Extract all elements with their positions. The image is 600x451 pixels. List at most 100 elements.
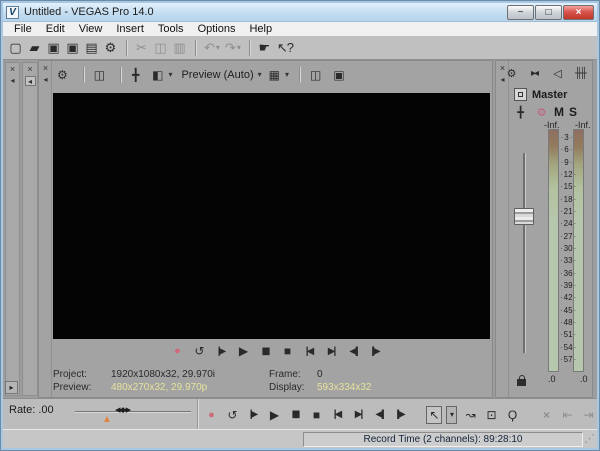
record-button[interactable]: ●: [169, 342, 185, 360]
meter-db-scale: 36912151821242730333639424548515457: [559, 134, 574, 364]
mute-button[interactable]: M: [554, 105, 564, 119]
collapse-arrow-icon[interactable]: ◂: [40, 75, 51, 85]
collapse-arrow-icon[interactable]: ◂: [7, 76, 18, 86]
menu-item-help[interactable]: Help: [242, 22, 279, 36]
go-to-start-button[interactable]: |◀: [301, 342, 317, 360]
video-preview-panel: × ◂ ⚙ ◫: [38, 60, 493, 398]
selection-edit-tool-button[interactable]: ⊡: [483, 406, 499, 424]
next-frame-button[interactable]: ||▶: [392, 406, 408, 424]
grid-overlay-button[interactable]: ▦ ▾: [268, 66, 290, 84]
close-icon[interactable]: ×: [25, 65, 36, 75]
edit-tool-dropdown[interactable]: ▾: [446, 406, 457, 424]
video-output-fx-button[interactable]: ╋: [130, 66, 146, 84]
trim-end-button[interactable]: ⇥: [580, 406, 596, 424]
toolbar-separator: [299, 67, 300, 83]
record-button[interactable]: ●: [203, 406, 219, 424]
downmix-output-button[interactable]: ▸◂: [526, 65, 542, 83]
collapsed-dock-window-1[interactable]: × ◂: [5, 62, 20, 396]
loop-playback-button[interactable]: ↺: [224, 406, 240, 424]
meter-tick: 54: [559, 344, 574, 352]
resize-grip-icon[interactable]: ⋰: [584, 432, 595, 445]
fader-mode-icon[interactable]: ╋: [512, 105, 528, 119]
save-as-button[interactable]: ▣: [65, 39, 81, 57]
solo-button[interactable]: S: [569, 105, 577, 119]
menu-item-edit[interactable]: Edit: [39, 22, 72, 36]
cut-button[interactable]: ✂: [134, 39, 150, 57]
rate-slider-handle[interactable]: ◂◂▸▸: [115, 403, 129, 416]
project-label: Project:: [53, 369, 111, 380]
preview-panel-grip[interactable]: × ◂: [39, 61, 52, 397]
menu-item-options[interactable]: Options: [191, 22, 243, 36]
title-bar[interactable]: V Untitled - VEGAS Pro 14.0 − □ ×: [3, 3, 597, 22]
video-preview-canvas[interactable]: [53, 93, 490, 339]
meter-tick: 51: [559, 331, 574, 339]
zoom-edit-tool-button[interactable]: Ϙ: [504, 406, 520, 424]
preview-quality-dropdown[interactable]: Preview (Auto) ▾: [178, 66, 262, 84]
trim-start-button[interactable]: ⇤: [559, 406, 575, 424]
menu-item-insert[interactable]: Insert: [109, 22, 151, 36]
timeline-transport-toolbar: ● ↺ |▶ ▶ ▮▮ ■ |◀ ▶| ◀|| ||▶: [203, 399, 595, 430]
normal-edit-tool-button[interactable]: ↖: [426, 406, 442, 424]
external-monitor-button[interactable]: ◫: [93, 66, 111, 84]
close-button[interactable]: ×: [563, 5, 594, 20]
interactive-tutorials-button[interactable]: ☛: [257, 39, 273, 57]
open-project-button[interactable]: ▰: [27, 39, 43, 57]
previous-frame-button[interactable]: ◀||: [371, 406, 387, 424]
new-project-button[interactable]: ▢: [8, 39, 24, 57]
maximize-button[interactable]: □: [535, 5, 562, 20]
split-screen-view-button[interactable]: ◧ ▾: [151, 66, 173, 84]
display-value: 593x334x32: [317, 382, 372, 393]
play-button[interactable]: ▶: [235, 342, 251, 360]
mixer-panel-grip[interactable]: × ◂: [496, 61, 509, 397]
envelope-edit-tool-button[interactable]: ↝: [462, 406, 478, 424]
play-button[interactable]: ▶: [266, 406, 282, 424]
preferences-gear-icon[interactable]: ⚙: [103, 39, 119, 57]
mixer-preferences-gear-icon[interactable]: ⚙: [503, 65, 519, 83]
rate-slider-track[interactable]: [75, 411, 191, 412]
stop-button[interactable]: ■: [308, 406, 324, 424]
dim-output-speaker-icon[interactable]: ◁: [549, 65, 565, 83]
bus-fx-button[interactable]: ⚙: [533, 105, 549, 119]
project-properties-button[interactable]: ▤: [84, 39, 100, 57]
collapse-arrow-icon[interactable]: ◂: [25, 76, 36, 86]
whats-this-help-button[interactable]: ↖?: [276, 39, 296, 57]
go-to-end-button[interactable]: ▶|: [323, 342, 339, 360]
pause-button[interactable]: ▮▮: [257, 342, 273, 360]
undo-button[interactable]: ↶ ▾: [203, 39, 221, 57]
playback-rate-control: Rate: .00 ◂◂▸▸ ▲: [3, 399, 198, 430]
go-to-end-button[interactable]: ▶|: [350, 406, 366, 424]
volume-fader-track[interactable]: [523, 153, 525, 353]
next-frame-button[interactable]: ||▶: [367, 342, 383, 360]
menu-item-file[interactable]: File: [7, 22, 39, 36]
bus-routing-button[interactable]: [514, 88, 527, 101]
stop-button[interactable]: ■: [279, 342, 295, 360]
loop-playback-button[interactable]: ↺: [191, 342, 207, 360]
copy-button[interactable]: ◫: [153, 39, 169, 57]
save-project-button[interactable]: ▣: [46, 39, 62, 57]
close-icon[interactable]: ×: [40, 64, 51, 74]
lock-icon[interactable]: [517, 373, 526, 391]
expand-dock-button[interactable]: ▸: [5, 381, 18, 394]
application-window: V Untitled - VEGAS Pro 14.0 − □ × FileEd…: [0, 0, 600, 451]
menu-item-tools[interactable]: Tools: [151, 22, 191, 36]
delete-button[interactable]: ×: [538, 406, 554, 424]
previous-frame-button[interactable]: ◀||: [345, 342, 361, 360]
redo-button[interactable]: ↷ ▾: [224, 39, 242, 57]
insert-bus-faders-icon[interactable]: ╫╫: [572, 65, 588, 83]
meter-tick: 39: [559, 282, 574, 290]
collapsed-dock-window-2[interactable]: × ◂: [22, 62, 38, 396]
go-to-start-button[interactable]: |◀: [329, 406, 345, 424]
project-video-properties-button[interactable]: ⚙: [56, 66, 74, 84]
save-snapshot-button[interactable]: ▣: [332, 66, 350, 84]
meter-tick: 24: [559, 220, 574, 228]
menu-item-view[interactable]: View: [72, 22, 110, 36]
minimize-button[interactable]: −: [507, 5, 534, 20]
pause-button[interactable]: ▮▮: [287, 406, 303, 424]
close-icon[interactable]: ×: [7, 65, 18, 75]
paste-button[interactable]: ▥: [172, 39, 188, 57]
play-from-start-button[interactable]: |▶: [245, 406, 261, 424]
play-from-start-button[interactable]: |▶: [213, 342, 229, 360]
meter-tick: 21: [559, 208, 574, 216]
volume-fader-handle[interactable]: [514, 208, 534, 225]
copy-snapshot-button[interactable]: ◫: [309, 66, 327, 84]
